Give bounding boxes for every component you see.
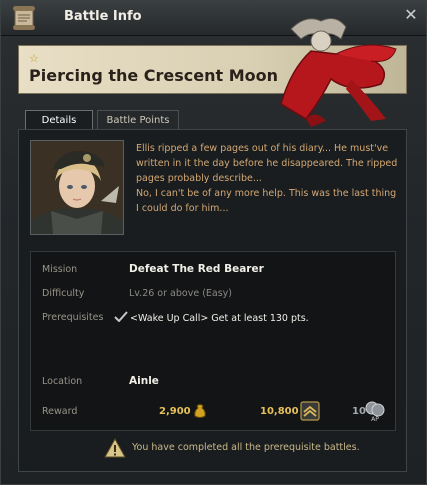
prerequisites-label: Prerequisites <box>42 312 104 323</box>
window-title: Battle Info <box>64 9 142 24</box>
battle-info-window: Battle Info ✕ ☆ Piercing the Crescent Mo… <box>0 0 427 485</box>
tab-details[interactable]: Details <box>25 110 93 130</box>
reward-label: Reward <box>42 406 78 417</box>
scroll-icon <box>13 6 35 30</box>
location-value: Ainle <box>129 375 159 387</box>
tab-battle-points[interactable]: Battle Points <box>97 110 179 130</box>
reward-exp-value: 10,800 <box>260 406 299 417</box>
ap-icon: AP <box>365 401 385 422</box>
difficulty-value: Lv.26 or above (Easy) <box>129 288 233 299</box>
battle-title: Piercing the Crescent Moon <box>29 66 279 85</box>
prerequisite-notice-text: You have completed all the prerequisite … <box>132 442 360 453</box>
prerequisites-value: <Wake Up Call> Get at least 130 pts. <box>130 313 309 324</box>
star-icon: ☆ <box>29 52 39 65</box>
reward-gold-value: 2,900 <box>159 406 191 417</box>
battle-info-box: Mission Defeat The Red Bearer Difficulty… <box>30 251 396 431</box>
difficulty-label: Difficulty <box>42 288 85 299</box>
prerequisites-row: <Wake Up Call> Get at least 130 pts. <box>114 311 309 324</box>
warning-icon <box>104 438 126 458</box>
exp-rank-icon <box>300 401 320 421</box>
location-label: Location <box>42 376 83 387</box>
mission-label: Mission <box>42 264 78 275</box>
red-bearer-portrait <box>280 18 397 127</box>
details-panel: Ellis ripped a few pages out of his diar… <box>18 129 407 472</box>
story-paragraph-2: No, I can't be of any more help. This wa… <box>136 188 397 214</box>
checkmark-icon <box>114 311 128 322</box>
gold-pouch-icon <box>194 404 206 418</box>
battle-story: Ellis ripped a few pages out of his diar… <box>136 141 400 216</box>
close-icon[interactable]: ✕ <box>403 7 419 23</box>
ellis-portrait <box>30 140 124 235</box>
tab-battle-points-label: Battle Points <box>106 115 170 126</box>
ap-icon-label: AP <box>371 416 379 422</box>
mission-value: Defeat The Red Bearer <box>129 263 264 275</box>
tab-details-label: Details <box>41 115 77 126</box>
story-paragraph-1: Ellis ripped a few pages out of his diar… <box>136 143 398 184</box>
